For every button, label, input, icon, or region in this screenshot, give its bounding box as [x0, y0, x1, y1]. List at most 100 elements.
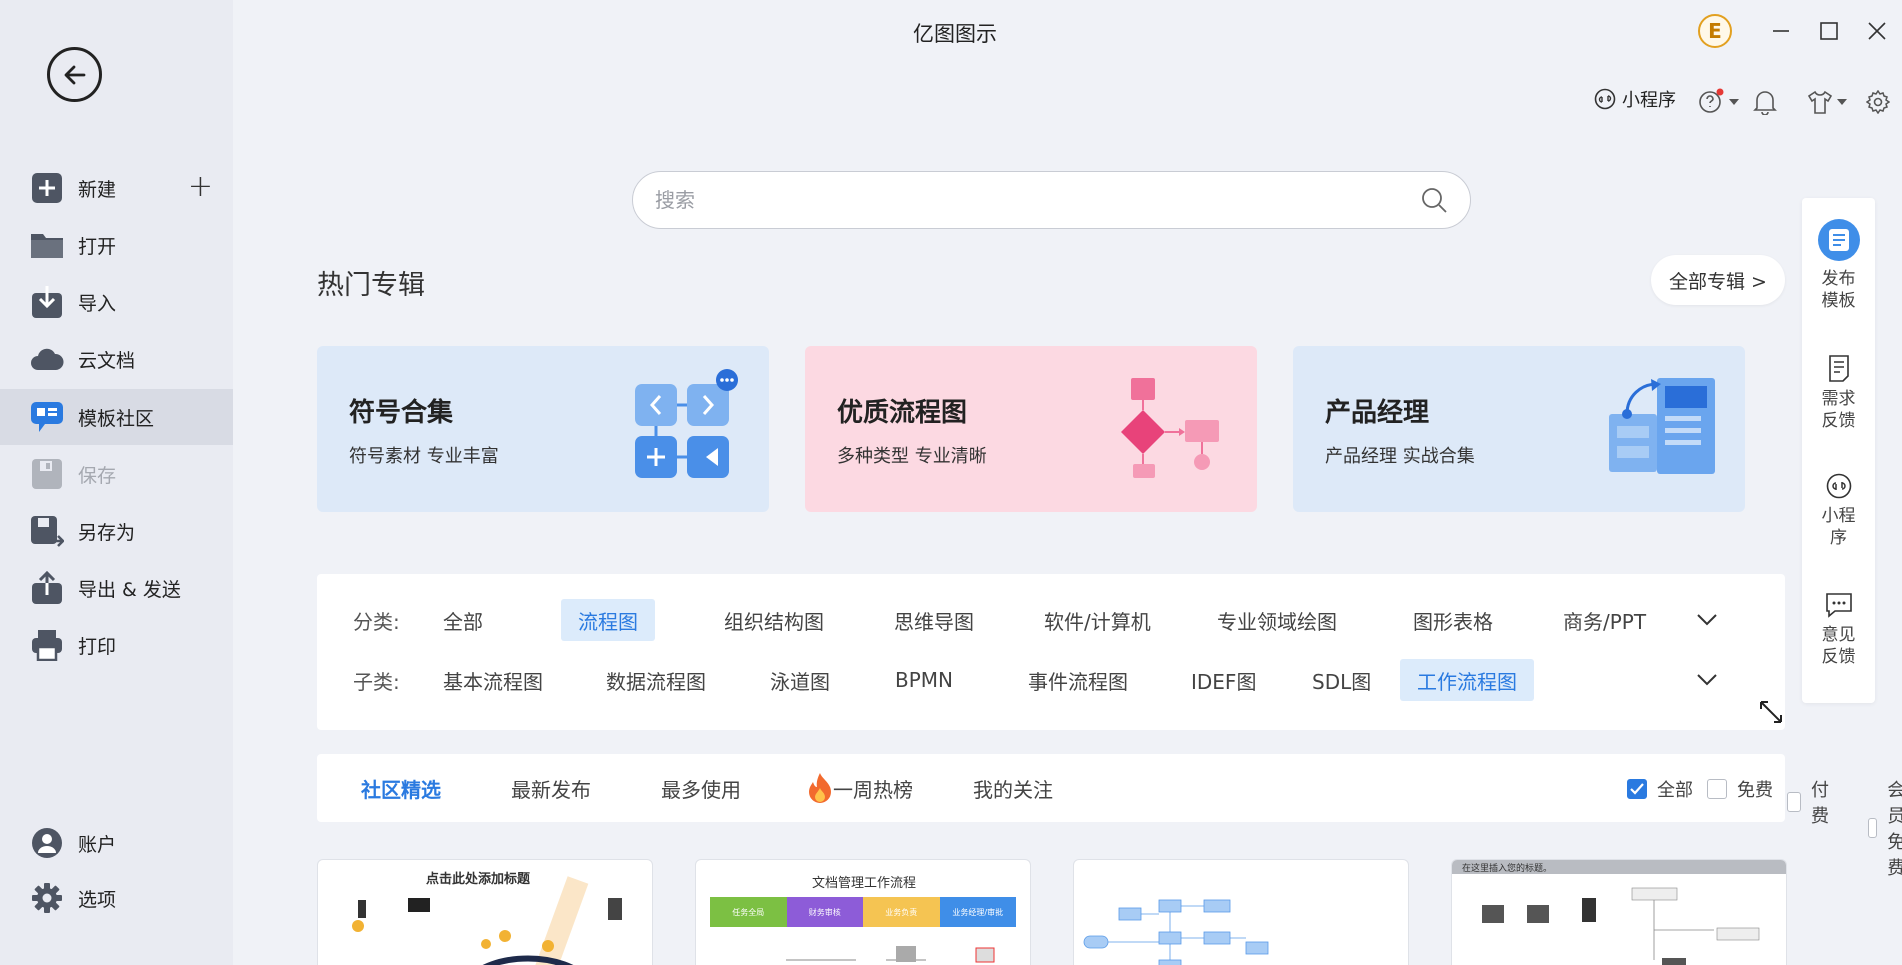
save-icon — [30, 457, 64, 491]
new-file-icon — [30, 171, 64, 205]
requirement-feedback-button[interactable]: 需求反馈 — [1802, 354, 1875, 432]
filter-checkbox-paid[interactable]: 付费 — [1787, 776, 1835, 828]
subcategory-chip-selected[interactable]: 工作流程图 — [1400, 659, 1534, 701]
app-title: 亿图图示 — [913, 22, 997, 46]
sidebar-item-options[interactable]: 选项 — [0, 870, 233, 926]
cloud-icon — [30, 342, 64, 376]
category-chip[interactable]: 商务/PPT — [1546, 599, 1663, 641]
album-title: 优质流程图 — [837, 398, 968, 428]
search-input[interactable] — [655, 188, 1420, 212]
subcategory-chip[interactable]: 数据流程图 — [589, 659, 723, 701]
checkbox-checked — [1627, 779, 1647, 799]
avatar-letter: E — [1708, 19, 1722, 43]
subcategory-chip[interactable]: BPMN — [878, 659, 970, 701]
symbols-illustration — [635, 369, 738, 478]
settings-icon — [30, 881, 64, 915]
back-arrow-icon — [64, 65, 85, 84]
skin-dropdown-icon[interactable] — [1835, 88, 1849, 116]
sidebar-item-label: 另存为 — [78, 521, 136, 544]
tab-featured[interactable]: 社区精选 — [361, 754, 441, 822]
mini-program-side-button[interactable]: 小程序 — [1802, 473, 1875, 549]
sidebar-item-template-community[interactable]: 模板社区 — [0, 389, 233, 445]
sort-tabs-panel: 社区精选 最新发布 最多使用 一周热榜 我的关注 全部 免费 付费 会员免费 — [317, 754, 1902, 879]
search-icon[interactable] — [1420, 186, 1448, 214]
template-card[interactable]: 点击此处添加标题 — [317, 859, 653, 965]
settings-button[interactable] — [1864, 88, 1892, 116]
tab-most-used[interactable]: 最多使用 — [661, 754, 741, 822]
mini-program-button[interactable]: 小程序 — [1594, 86, 1676, 112]
opinion-feedback-button[interactable]: 意见反馈 — [1802, 592, 1875, 668]
sidebar-item-import[interactable]: 导入 — [0, 274, 233, 330]
bell-icon — [1753, 91, 1777, 115]
search-bar — [632, 171, 1471, 229]
sidebar-item-label: 模板社区 — [78, 407, 155, 430]
sidebar-item-cloud[interactable]: 云文档 — [0, 331, 233, 387]
fire-icon — [809, 773, 831, 803]
subcategory-chip[interactable]: IDEF图 — [1174, 659, 1273, 701]
print-icon — [30, 628, 64, 662]
chevron-down-icon[interactable] — [1693, 606, 1721, 634]
folder-icon — [30, 228, 64, 262]
close-icon — [1868, 22, 1886, 40]
minimize-button[interactable] — [1766, 16, 1796, 46]
filter-checkbox-all[interactable]: 全部 — [1627, 776, 1693, 802]
template-card[interactable]: 在这里插入您的标题。 — [1451, 859, 1787, 965]
sidebar-item-save[interactable]: 保存 — [0, 446, 233, 502]
tab-following[interactable]: 我的关注 — [973, 754, 1053, 822]
album-title: 产品经理 — [1325, 398, 1430, 428]
all-albums-button[interactable]: 全部专辑 > — [1651, 255, 1785, 305]
expand-icon[interactable] — [1758, 699, 1784, 725]
sidebar-item-export[interactable]: 导出 & 发送 — [0, 560, 233, 616]
category-row: 分类: 全部 流程图 组织结构图 思维导图 软件/计算机 专业领域绘图 图形表格… — [317, 598, 1785, 642]
close-button[interactable] — [1862, 16, 1892, 46]
filter-panel: 分类: 全部 流程图 组织结构图 思维导图 软件/计算机 专业领域绘图 图形表格… — [317, 574, 1785, 730]
sidebar-item-print[interactable]: 打印 — [0, 617, 233, 673]
album-subtitle: 符号素材 专业丰富 — [349, 446, 499, 467]
avatar[interactable]: E — [1698, 14, 1732, 48]
flowchart-illustration — [1121, 378, 1219, 478]
category-chip[interactable]: 思维导图 — [877, 599, 991, 641]
subcategory-chip[interactable]: 事件流程图 — [1011, 659, 1145, 701]
subcategory-chip[interactable]: SDL图 — [1295, 659, 1388, 701]
sidebar-item-account[interactable]: 账户 — [0, 815, 233, 871]
maximize-button[interactable] — [1814, 16, 1844, 46]
notification-button[interactable] — [1751, 88, 1779, 116]
category-chip[interactable]: 组织结构图 — [707, 599, 841, 641]
help-button[interactable] — [1698, 88, 1726, 116]
category-chip[interactable]: 图形表格 — [1396, 599, 1510, 641]
album-card-symbols[interactable]: 符号合集 符号素材 专业丰富 — [317, 346, 769, 512]
sidebar-item-save-as[interactable]: 另存为 — [0, 503, 233, 559]
sidebar-item-new[interactable]: 新建 + — [0, 160, 233, 216]
subcategory-chip[interactable]: 基本流程图 — [426, 659, 560, 701]
template-card[interactable] — [1073, 859, 1409, 965]
sidebar-item-label: 选项 — [78, 888, 117, 911]
skin-button[interactable] — [1806, 88, 1834, 116]
album-subtitle: 产品经理 实战合集 — [1325, 446, 1475, 467]
subcategory-chip[interactable]: 泳道图 — [753, 659, 847, 701]
tshirt-icon — [1807, 90, 1833, 114]
mini-program-icon — [1594, 88, 1616, 110]
publish-template-icon — [1817, 219, 1860, 261]
opinion-feedback-label: 意见反馈 — [1821, 625, 1856, 667]
album-title: 符号合集 — [349, 398, 454, 428]
filter-checkbox-free[interactable]: 免费 — [1707, 776, 1773, 802]
back-button[interactable] — [47, 47, 102, 102]
subcategory-row: 子类: 基本流程图 数据流程图 泳道图 BPMN 事件流程图 IDEF图 SDL… — [317, 658, 1785, 702]
album-card-flowchart[interactable]: 优质流程图 多种类型 专业清晰 — [805, 346, 1257, 512]
category-chip-selected[interactable]: 流程图 — [561, 599, 655, 641]
publish-template-button[interactable]: 发布模板 — [1802, 218, 1875, 312]
right-floating-bar: 发布模板 需求反馈 小程序 意见反馈 — [1802, 198, 1875, 703]
add-icon[interactable]: + — [188, 172, 213, 202]
sidebar-item-label: 新建 — [78, 178, 117, 201]
help-dropdown-icon[interactable] — [1727, 88, 1741, 116]
filter-checkbox-vip-free[interactable]: 会员免费 — [1868, 776, 1902, 880]
chevron-down-icon[interactable] — [1693, 666, 1721, 694]
category-chip[interactable]: 全部 — [426, 599, 500, 641]
category-chip[interactable]: 专业领域绘图 — [1200, 599, 1354, 641]
album-card-product-manager[interactable]: 产品经理 产品经理 实战合集 — [1293, 346, 1745, 512]
sidebar-item-open[interactable]: 打开 — [0, 217, 233, 273]
category-chip[interactable]: 软件/计算机 — [1027, 599, 1168, 641]
tab-latest[interactable]: 最新发布 — [511, 754, 591, 822]
tab-weekly-hot[interactable]: 一周热榜 — [807, 754, 913, 822]
template-card[interactable]: 文档管理工作流程 任务全局 财务审核 业务负责 业务经理/审批 — [695, 859, 1031, 965]
